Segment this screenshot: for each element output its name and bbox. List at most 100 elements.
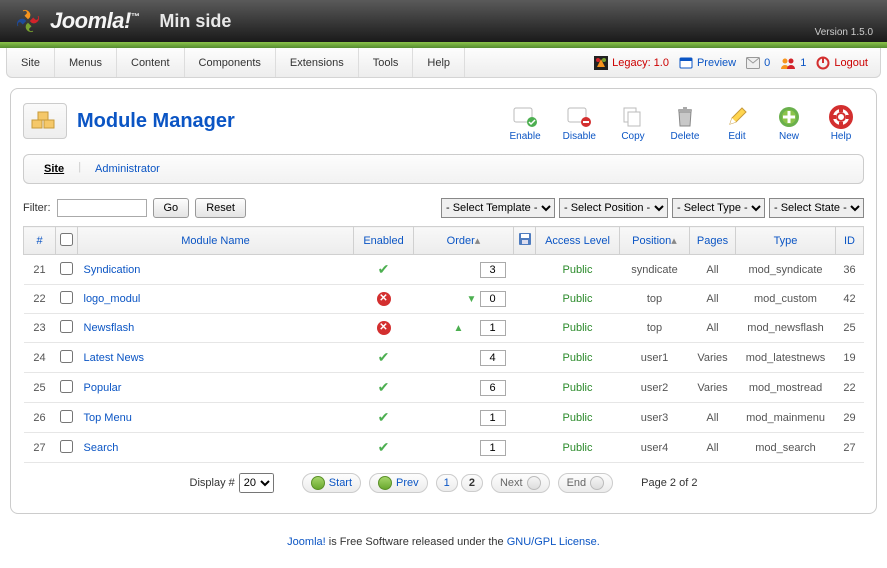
order-input[interactable]: [480, 440, 506, 456]
filter-template-select[interactable]: - Select Template -: [441, 198, 555, 218]
module-name-link[interactable]: Search: [84, 442, 119, 454]
legacy-label: Legacy: 1.0: [612, 57, 669, 69]
page-prev[interactable]: Prev: [369, 473, 428, 493]
module-name-link[interactable]: Top Menu: [84, 412, 132, 424]
copy-button[interactable]: Copy: [610, 103, 656, 144]
order-input[interactable]: [480, 262, 506, 278]
enabled-icon[interactable]: ✔: [378, 409, 390, 425]
menu-help[interactable]: Help: [413, 48, 465, 77]
access-level[interactable]: Public: [563, 382, 593, 394]
delete-button[interactable]: Delete: [662, 103, 708, 144]
menubar-right: Legacy: 1.0 Preview 0 1 Logout: [582, 48, 880, 77]
row-num: 27: [24, 433, 56, 463]
col-position[interactable]: Position▴: [620, 227, 690, 255]
disable-button[interactable]: Disable: [555, 103, 604, 144]
preview-link[interactable]: Preview: [679, 56, 736, 70]
pages-cell: All: [690, 433, 736, 463]
row-checkbox[interactable]: [60, 350, 73, 363]
position-cell: user3: [620, 403, 690, 433]
disabled-icon[interactable]: ✕: [377, 321, 391, 335]
access-level[interactable]: Public: [563, 293, 593, 305]
id-cell: 19: [836, 343, 864, 373]
page-title: Module Manager: [77, 110, 235, 133]
display-select[interactable]: 20: [239, 473, 274, 493]
order-input[interactable]: [480, 410, 506, 426]
filter-position-select[interactable]: - Select Position -: [559, 198, 668, 218]
access-level[interactable]: Public: [563, 442, 593, 454]
col-save-order[interactable]: [514, 227, 536, 255]
enabled-icon[interactable]: ✔: [378, 379, 390, 395]
enable-button[interactable]: Enable: [502, 103, 549, 144]
access-level[interactable]: Public: [563, 412, 593, 424]
row-checkbox[interactable]: [60, 262, 73, 275]
row-checkbox[interactable]: [60, 291, 73, 304]
col-pages: Pages: [690, 227, 736, 255]
title-row: Module Manager Enable Disable Copy Delet…: [23, 99, 864, 154]
row-checkbox[interactable]: [60, 320, 73, 333]
edit-button[interactable]: Edit: [714, 103, 760, 144]
row-checkbox[interactable]: [60, 440, 73, 453]
save-icon: [518, 232, 532, 246]
col-type[interactable]: Type: [736, 227, 836, 255]
filter-reset-button[interactable]: Reset: [195, 198, 246, 218]
module-name-link[interactable]: logo_modul: [84, 293, 141, 305]
filter-row: Filter: Go Reset - Select Template - - S…: [23, 198, 864, 218]
col-access[interactable]: Access Level: [536, 227, 620, 255]
row-num: 23: [24, 314, 56, 343]
submenu: Site | Administrator: [23, 154, 864, 184]
order-input[interactable]: [480, 291, 506, 307]
col-enabled[interactable]: Enabled: [354, 227, 414, 255]
menu-site[interactable]: Site: [7, 48, 55, 77]
enabled-icon[interactable]: ✔: [378, 349, 390, 365]
access-level[interactable]: Public: [563, 322, 593, 334]
submenu-site[interactable]: Site: [34, 161, 74, 177]
module-name-link[interactable]: Latest News: [84, 352, 145, 364]
users-online-link[interactable]: 1: [780, 57, 806, 69]
menu-components[interactable]: Components: [185, 48, 276, 77]
row-num: 22: [24, 285, 56, 314]
messages-link[interactable]: 0: [746, 57, 770, 69]
order-input[interactable]: [480, 380, 506, 396]
menu-menus[interactable]: Menus: [55, 48, 117, 77]
order-down-icon[interactable]: ▼: [467, 294, 477, 305]
help-button[interactable]: Help: [818, 103, 864, 144]
filter-type-select[interactable]: - Select Type -: [672, 198, 765, 218]
row-num: 24: [24, 343, 56, 373]
id-cell: 25: [836, 314, 864, 343]
menu-content[interactable]: Content: [117, 48, 185, 77]
filter-state-select[interactable]: - Select State -: [769, 198, 864, 218]
menu-extensions[interactable]: Extensions: [276, 48, 359, 77]
row-checkbox[interactable]: [60, 410, 73, 423]
order-up-icon[interactable]: ▲: [453, 323, 463, 334]
order-input[interactable]: [480, 350, 506, 366]
filter-input[interactable]: [57, 199, 147, 217]
type-cell: mod_latestnews: [736, 343, 836, 373]
page-number: 2: [461, 474, 483, 492]
footer-license-link[interactable]: GNU/GPL License.: [507, 536, 600, 548]
order-input[interactable]: [480, 320, 506, 336]
disabled-icon[interactable]: ✕: [377, 292, 391, 306]
submenu-administrator[interactable]: Administrator: [85, 161, 170, 177]
access-level[interactable]: Public: [563, 264, 593, 276]
col-order[interactable]: Order▴: [414, 227, 514, 255]
module-name-link[interactable]: Popular: [84, 382, 122, 394]
pagination: Display # 20 Start Prev 1 2 Next End Pag…: [23, 463, 864, 497]
access-level[interactable]: Public: [563, 352, 593, 364]
page-number[interactable]: 1: [436, 474, 458, 492]
position-cell: user4: [620, 433, 690, 463]
menu-tools[interactable]: Tools: [359, 48, 414, 77]
row-checkbox[interactable]: [60, 380, 73, 393]
filter-go-button[interactable]: Go: [153, 198, 190, 218]
module-name-link[interactable]: Newsflash: [84, 322, 135, 334]
module-name-link[interactable]: Syndication: [84, 264, 141, 276]
page-start[interactable]: Start: [302, 473, 361, 493]
logout-link[interactable]: Logout: [816, 56, 868, 70]
check-all[interactable]: [60, 233, 73, 246]
position-cell: syndicate: [620, 255, 690, 285]
enabled-icon[interactable]: ✔: [378, 439, 390, 455]
enabled-icon[interactable]: ✔: [378, 261, 390, 277]
new-button[interactable]: New: [766, 103, 812, 144]
col-name[interactable]: Module Name: [78, 227, 354, 255]
footer-joomla-link[interactable]: Joomla!: [287, 536, 326, 548]
type-cell: mod_newsflash: [736, 314, 836, 343]
